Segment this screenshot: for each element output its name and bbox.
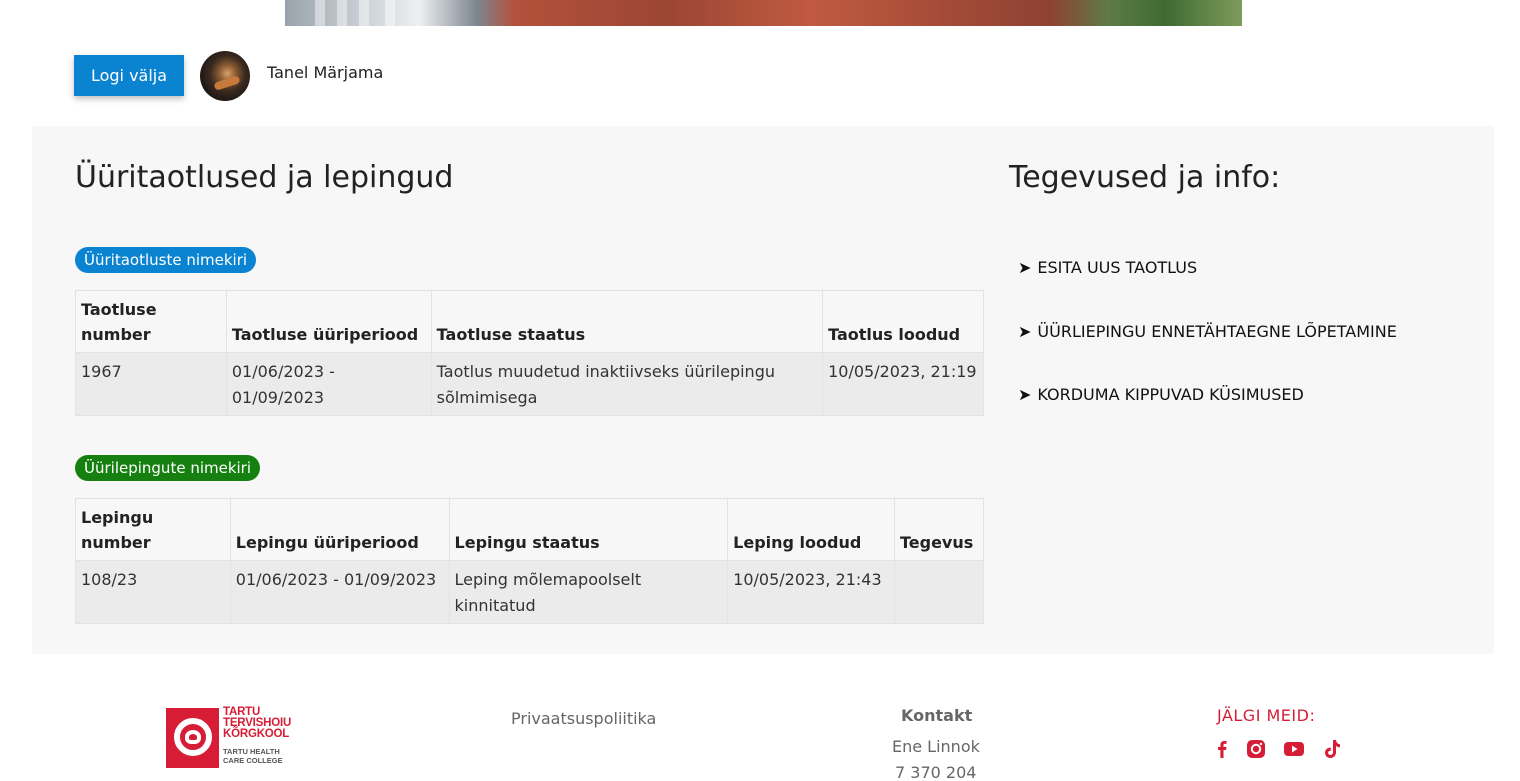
applications-table: Taotluse number Taotluse üüriperiood Tao…: [75, 290, 984, 416]
column-header: Taotluse staatus: [430, 290, 824, 353]
column-header: Lepingu üüriperiood: [229, 498, 450, 561]
action-label: KORDUMA KIPPUVAD KÜSIMUSED: [1037, 385, 1304, 404]
contract-status: Leping mõlemapoolselt kinnitatud: [448, 560, 729, 624]
page-title: Üüritaotlused ja lepingud: [75, 160, 454, 195]
application-created: 10/05/2023, 21:19: [822, 352, 984, 416]
column-header: Taotluse üüriperiood: [225, 290, 432, 353]
applications-badge: Üüritaotluste nimekiri: [75, 247, 257, 273]
contract-action: [893, 560, 985, 624]
contact-name: Ene Linnok: [892, 737, 980, 756]
instagram-icon[interactable]: [1245, 738, 1267, 760]
action-faq[interactable]: ➤ KORDUMA KIPPUVAD KÜSIMUSED: [1018, 385, 1304, 404]
column-header: Tegevus: [893, 498, 985, 561]
logo-sub-line: CARE COLLEGE: [223, 755, 283, 765]
arrow-right-icon: ➤: [1018, 258, 1032, 277]
application-period: 01/06/2023 - 01/09/2023: [225, 352, 432, 416]
heart-logo-icon: [166, 708, 219, 768]
arrow-right-icon: ➤: [1018, 385, 1032, 404]
contact-phone[interactable]: 7 370 204: [895, 763, 976, 781]
tiktok-icon[interactable]: [1321, 738, 1343, 760]
table-header-row: Taotluse number Taotluse üüriperiood Tao…: [75, 290, 984, 353]
privacy-policy-link[interactable]: Privaatsuspoliitika: [511, 709, 656, 728]
contract-number: 108/23: [75, 560, 231, 624]
logout-button[interactable]: Logi välja: [74, 55, 184, 96]
column-header: Taotlus loodud: [822, 290, 984, 353]
sidebar-title: Tegevused ja info:: [1009, 160, 1281, 195]
column-header: Leping loodud: [727, 498, 895, 561]
action-label: ÜÜRLIEPINGU ENNETÄHTAEGNE LÕPETAMINE: [1037, 322, 1397, 341]
contract-period: 01/06/2023 - 01/09/2023: [229, 560, 450, 624]
column-header: Lepingu number: [75, 498, 231, 561]
arrow-right-icon: ➤: [1018, 322, 1032, 341]
logo-text-line: KÕRGKOOL: [223, 728, 290, 740]
action-new-application[interactable]: ➤ ESITA UUS TAOTLUS: [1018, 258, 1197, 277]
user-name: Tanel Märjama: [267, 63, 384, 82]
contact-title: Kontakt: [901, 706, 973, 725]
column-header: Lepingu staatus: [448, 498, 729, 561]
facebook-icon[interactable]: [1211, 738, 1233, 760]
hero-image: [285, 0, 1242, 26]
column-header: Taotluse number: [75, 290, 227, 353]
table-row: 1967 01/06/2023 - 01/09/2023 Taotlus muu…: [75, 352, 984, 416]
contract-created: 10/05/2023, 21:43: [727, 560, 895, 624]
contracts-table: Lepingu number Lepingu üüriperiood Lepin…: [75, 498, 985, 624]
table-header-row: Lepingu number Lepingu üüriperiood Lepin…: [75, 498, 985, 561]
application-status: Taotlus muudetud inaktiivseks üürileping…: [430, 352, 824, 416]
youtube-icon[interactable]: [1283, 738, 1305, 760]
avatar: [200, 51, 250, 101]
table-row: 108/23 01/06/2023 - 01/09/2023 Leping mõ…: [75, 560, 985, 624]
contracts-badge: Üürilepingute nimekiri: [75, 455, 261, 481]
follow-us-label: JÄLGI MEID:: [1217, 706, 1316, 725]
application-number: 1967: [75, 352, 227, 416]
action-early-termination[interactable]: ➤ ÜÜRLIEPINGU ENNETÄHTAEGNE LÕPETAMINE: [1018, 322, 1397, 341]
college-logo[interactable]: TARTU TERVISHOIU KÕRGKOOL TARTU HEALTH C…: [166, 706, 311, 769]
action-label: ESITA UUS TAOTLUS: [1037, 258, 1198, 277]
